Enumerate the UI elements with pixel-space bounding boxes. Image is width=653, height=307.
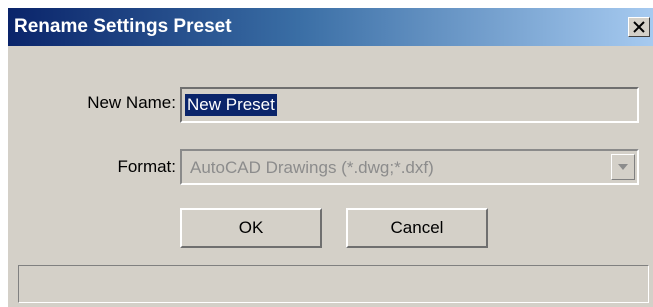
status-bar: [18, 265, 649, 303]
cancel-button[interactable]: Cancel: [346, 208, 488, 248]
new-name-input[interactable]: New Preset: [180, 87, 639, 123]
chevron-down-icon: [618, 164, 628, 170]
format-dropdown-button: [611, 154, 635, 180]
close-button[interactable]: [628, 17, 650, 37]
format-label: Format:: [117, 157, 176, 176]
new-name-label: New Name:: [87, 93, 176, 112]
format-value: AutoCAD Drawings (*.dwg;*.dxf): [190, 158, 434, 177]
format-select: AutoCAD Drawings (*.dwg;*.dxf): [180, 149, 639, 185]
rename-settings-preset-dialog: Rename Settings Preset New Name: New Pre…: [8, 8, 653, 307]
window-title: Rename Settings Preset: [14, 16, 232, 37]
close-icon: [633, 21, 645, 33]
title-bar[interactable]: Rename Settings Preset: [8, 8, 653, 46]
ok-button[interactable]: OK: [180, 208, 322, 248]
new-name-value: New Preset: [185, 94, 277, 116]
